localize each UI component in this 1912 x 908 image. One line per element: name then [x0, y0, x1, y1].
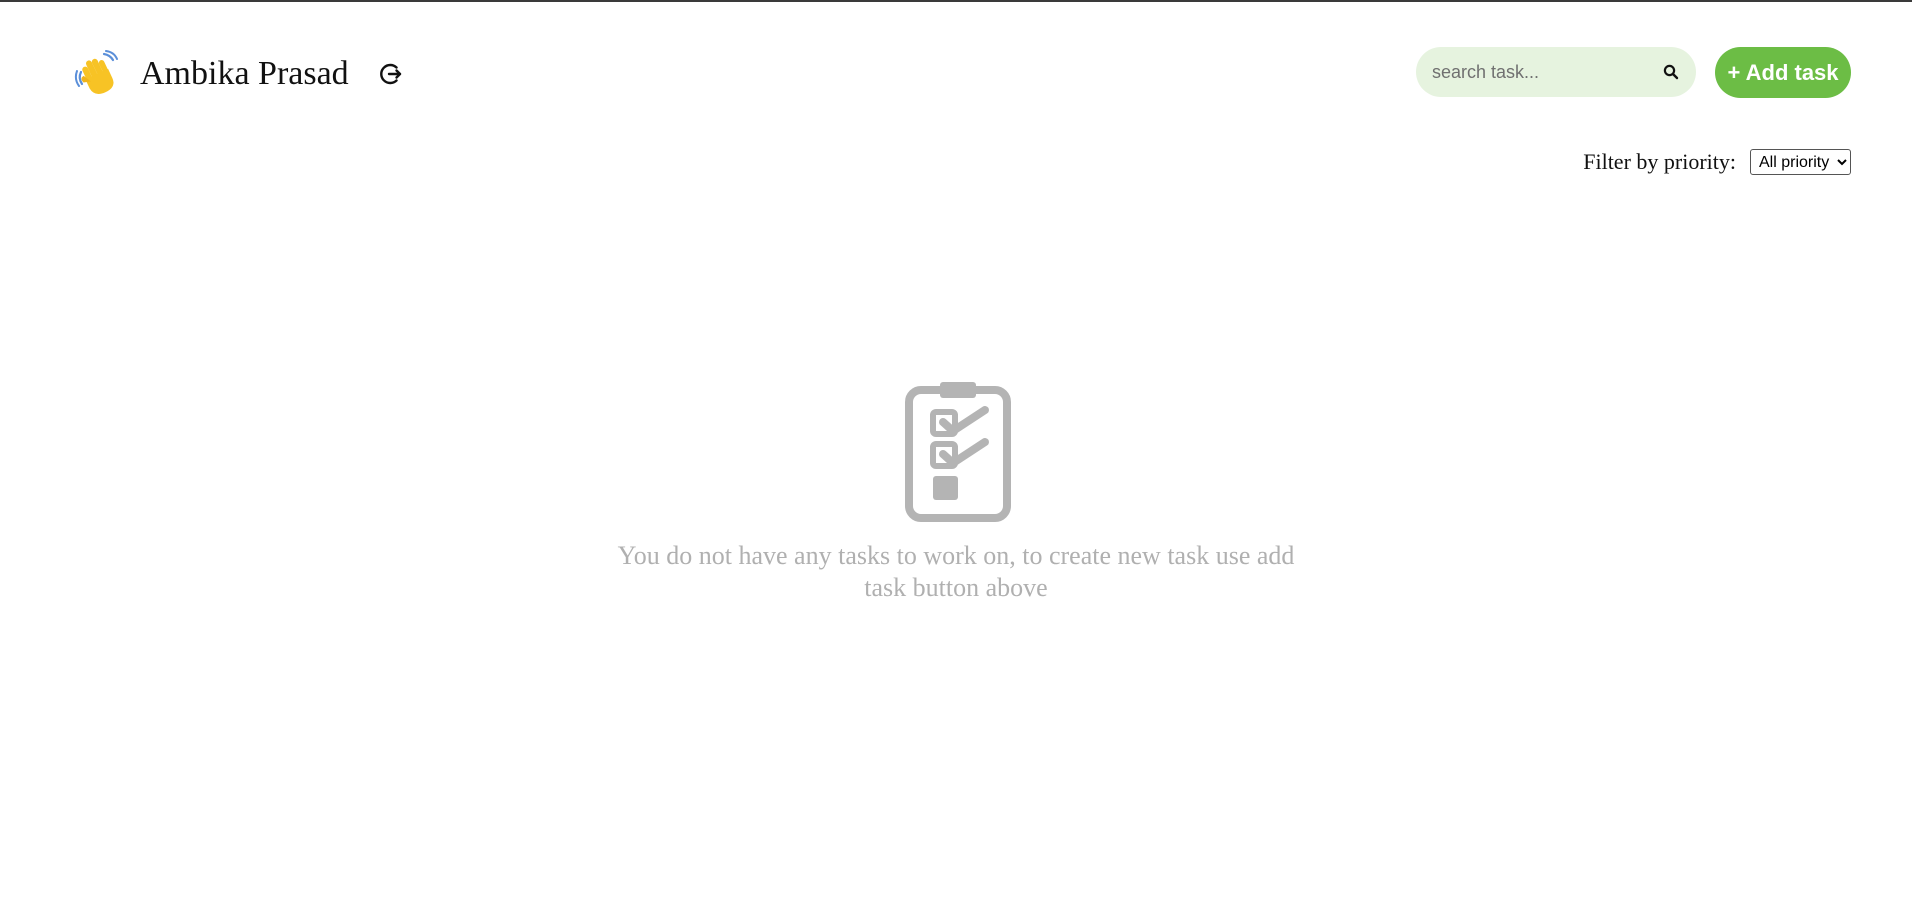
- clipboard-checklist-icon: [901, 382, 1011, 522]
- user-greeting: Ambika Prasad: [74, 50, 405, 98]
- search-icon[interactable]: [1662, 63, 1680, 81]
- add-task-button[interactable]: + Add task: [1715, 47, 1851, 98]
- empty-state-message: You do not have any tasks to work on, to…: [617, 541, 1295, 602]
- empty-state: You do not have any tasks to work on, to…: [0, 382, 1912, 604]
- priority-filter: Filter by priority: All priority: [1583, 149, 1851, 175]
- filter-label: Filter by priority:: [1583, 149, 1736, 174]
- priority-select[interactable]: All priority: [1750, 149, 1851, 175]
- header: Ambika Prasad + Add task: [0, 2, 1912, 142]
- waving-hand-icon: [74, 50, 122, 98]
- logout-icon[interactable]: [375, 59, 405, 89]
- user-name: Ambika Prasad: [140, 55, 349, 92]
- search-input[interactable]: [1430, 60, 1662, 84]
- search-box: [1416, 47, 1696, 97]
